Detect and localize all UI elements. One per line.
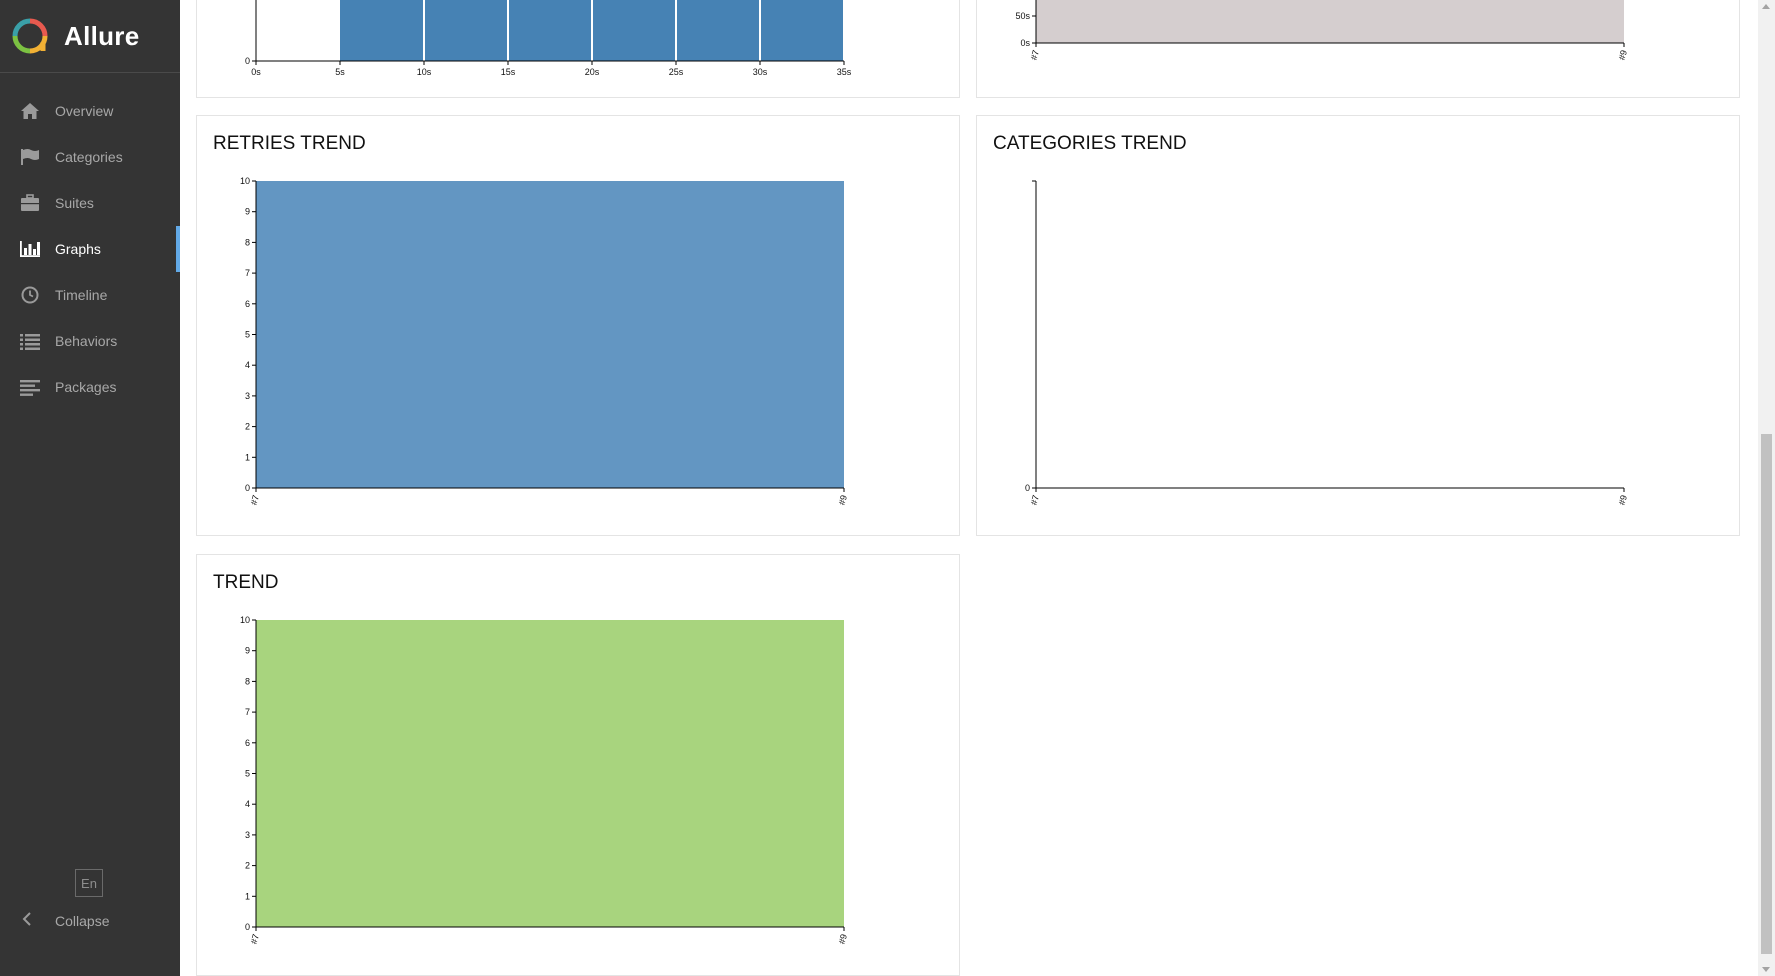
scroll-down-arrow-icon[interactable] [1762,967,1770,972]
y-tick-label: 1 [245,452,250,462]
y-tick-label: 0 [1025,483,1030,493]
chevron-left-icon [22,911,34,931]
y-tick-label: 2 [245,422,250,432]
list-icon [18,331,42,351]
categories-trend-chart: 0#7 #9 [1025,180,1629,506]
sidebar-item-label: Packages [55,379,117,395]
sidebar-nav: Overview Categories Suites Graphs Timeli… [0,88,180,410]
histogram-bar [676,0,760,61]
trend-area [256,181,844,488]
y-tick-label: 4 [245,360,250,370]
y-tick-label: 9 [245,207,250,217]
sidebar-item-label: Categories [55,149,123,165]
sidebar-item-label: Behaviors [55,333,118,349]
x-tick-label: #7 [1029,49,1041,61]
sidebar-item-categories[interactable]: Categories [0,134,180,180]
sidebar: Allure Overview Categories Suites Graphs [0,0,180,976]
categories-trend-widget: CATEGORIES TREND 0 #7 #9 [976,115,1740,536]
trend-chart: 0 1 2 3 4 5 6 7 8 9 10 #7 #9 [240,615,849,945]
y-tick-label: 9 [245,646,250,656]
x-tick-label: #7 [1029,494,1041,506]
y-tick-label: 1 [245,891,250,901]
duration-area [1036,0,1624,43]
sidebar-item-label: Overview [55,103,114,119]
duration-trend-widget: 50s 0s #7 #9 [976,0,1740,98]
scroll-thumb[interactable] [1761,434,1772,954]
sidebar-item-packages[interactable]: Packages [0,364,180,410]
x-tick-label: 20s [585,67,600,77]
x-tick-label: #9 [837,933,849,945]
y-tick-label: 10 [240,176,250,186]
x-tick-label: 5s [335,67,345,77]
y-tick-label: 0s [1020,38,1030,48]
y-tick-label: 5 [245,769,250,779]
brand[interactable]: Allure [0,0,180,73]
sidebar-item-timeline[interactable]: Timeline [0,272,180,318]
allure-logo-icon [12,18,48,54]
y-tick-label: 10 [240,615,250,625]
x-tick-label: #9 [1617,49,1629,61]
y-tick-label: 2 [245,861,250,871]
y-tick-label: 7 [245,707,250,717]
y-tick-label: 3 [245,830,250,840]
y-tick-label: 0 [245,922,250,932]
histogram-bar [592,0,676,61]
retries-trend-widget: RETRIES TREND 0 1 2 3 4 5 6 7 8 9 10 #7 #9 [196,115,960,536]
flag-icon [18,147,42,167]
sidebar-item-label: Graphs [55,241,101,257]
scroll-up-arrow-icon[interactable] [1762,4,1770,9]
duration-chart: 00s 5s 10s 15s 20s 25s 30s 35s [245,0,852,77]
y-tick-label: 7 [245,268,250,278]
home-icon [18,101,42,121]
x-tick-label: #9 [1617,494,1629,506]
x-tick-label: #9 [837,494,849,506]
sidebar-item-suites[interactable]: Suites [0,180,180,226]
x-tick-label: 35s [837,67,852,77]
sidebar-item-behaviors[interactable]: Behaviors [0,318,180,364]
sidebar-item-overview[interactable]: Overview [0,88,180,134]
sidebar-item-graphs[interactable]: Graphs [0,226,180,272]
y-tick-label: 0 [245,483,250,493]
vertical-scrollbar[interactable] [1758,0,1775,976]
y-tick-label: 50s [1015,11,1030,21]
histogram-bar [508,0,592,61]
sidebar-item-label: Suites [55,195,94,211]
align-left-icon [18,377,42,397]
trend-widget: TREND 0 1 2 3 4 5 6 7 8 9 10 #7 #9 [196,554,960,976]
x-tick-label: 25s [669,67,684,77]
histogram-bar [760,0,844,61]
duration-trend-chart: 50s 0s#7 #9 [1015,0,1629,61]
briefcase-icon [18,193,42,213]
app-name: Allure [64,20,140,51]
bar-chart-icon [18,239,42,259]
x-tick-label: #7 [249,933,261,945]
collapse-label: Collapse [55,913,110,929]
y-tick-label: 8 [245,237,250,247]
y-tick-label: 6 [245,299,250,309]
sidebar-item-label: Timeline [55,287,108,303]
y-tick-label: 3 [245,391,250,401]
y-tick-label: 6 [245,738,250,748]
x-tick-label: #7 [249,494,261,506]
y-tick-label: 0 [245,56,250,66]
y-tick-label: 8 [245,676,250,686]
x-tick-label: 10s [417,67,432,77]
retries-trend-chart: 0 1 2 3 4 5 6 7 8 9 10 #7 #9 [240,176,849,506]
trend-area [256,620,844,927]
x-tick-label: 0s [251,67,261,77]
y-tick-label: 4 [245,799,250,809]
duration-widget: 0 0s 5s 10s 15s 20s 25s 30s 35s [196,0,960,98]
clock-icon [18,285,42,305]
collapse-button[interactable]: Collapse [0,906,180,936]
histogram-bar [340,0,424,61]
x-tick-label: 15s [501,67,516,77]
histogram-bar [424,0,508,61]
y-tick-label: 5 [245,330,250,340]
x-tick-label: 30s [753,67,768,77]
graphs-page: 0 0s 5s 10s 15s 20s 25s 30s 35s 50s 0s #7 #9 RETRIE… [180,0,1755,976]
language-button[interactable]: En [75,869,103,897]
